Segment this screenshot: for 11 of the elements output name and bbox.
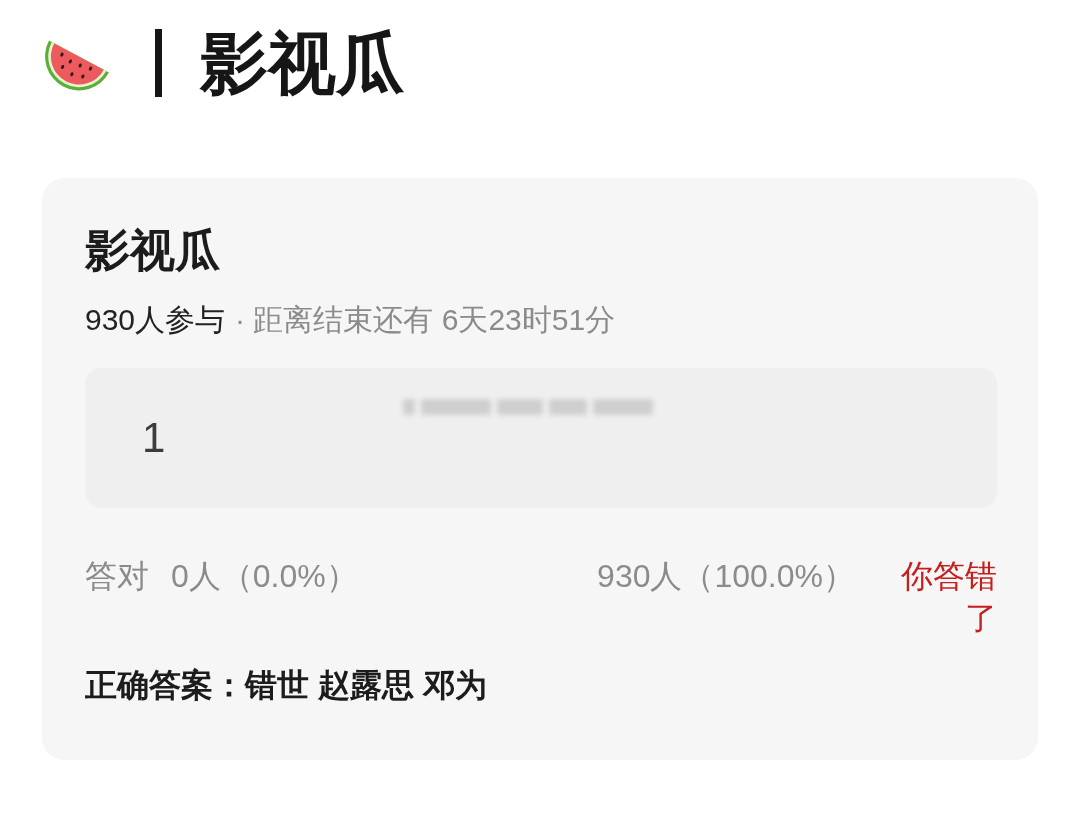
wrong-count: 930人（100.0%） <box>597 557 855 596</box>
correct-answer: 正确答案：错世 赵露思 邓为 <box>85 666 488 705</box>
result-text: 你答错了 <box>900 557 997 638</box>
participant-count: 930人参与 <box>85 302 226 338</box>
page-title: 影视瓜 <box>200 27 404 99</box>
correct-label: 答对 <box>85 557 149 596</box>
option-number: 1 <box>142 414 166 462</box>
correct-count: 0人（0.0%） <box>171 557 358 596</box>
card-title: 影视瓜 <box>85 224 221 278</box>
deadline-text: · 距离结束还有 6天23时51分 <box>235 302 616 338</box>
divider-bar <box>155 29 162 97</box>
